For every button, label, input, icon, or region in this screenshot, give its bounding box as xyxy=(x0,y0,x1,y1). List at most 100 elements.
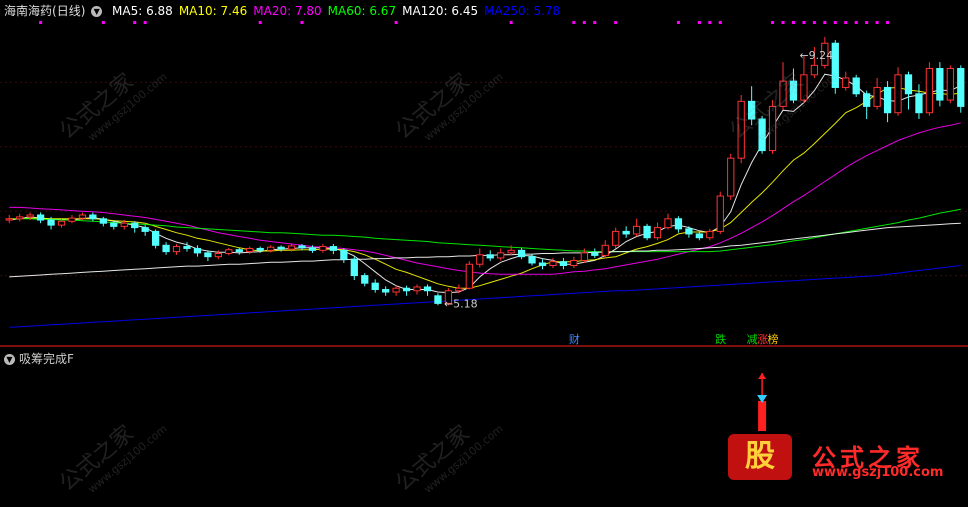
candle-body xyxy=(653,227,662,239)
candle-body xyxy=(507,249,515,254)
candle-body xyxy=(47,219,55,226)
candle-body xyxy=(894,74,902,114)
candle-body xyxy=(151,230,160,246)
candle xyxy=(894,67,902,116)
candle-body xyxy=(246,247,254,253)
candle xyxy=(392,285,400,296)
candle-body xyxy=(538,262,547,266)
signal-dot xyxy=(676,21,680,24)
ma-values: MA5: 6.88 MA10: 7.46 MA20: 7.80 MA60: 6.67 M… xyxy=(112,4,566,18)
candle-body xyxy=(277,246,285,250)
candle-body xyxy=(382,288,390,293)
candle-body xyxy=(580,252,588,261)
candle-body xyxy=(5,218,13,221)
candle-body xyxy=(695,233,703,239)
candle xyxy=(497,248,505,261)
candle-body xyxy=(465,263,473,289)
signal-dot xyxy=(133,21,137,24)
candle-body xyxy=(141,227,149,232)
signal-dot xyxy=(143,21,147,24)
ma-legend-item: MA120: 6.45 xyxy=(402,4,479,18)
candle-body xyxy=(26,214,34,218)
candle-body xyxy=(904,74,913,95)
signal-dot xyxy=(718,21,722,24)
candle xyxy=(538,259,547,270)
candle-body xyxy=(36,214,45,221)
candle-body xyxy=(256,247,264,251)
signal-dot xyxy=(39,21,43,24)
candle xyxy=(591,248,599,258)
candle-body xyxy=(601,244,609,256)
signal-dot xyxy=(802,21,806,24)
signal-dot xyxy=(697,21,701,24)
candle xyxy=(632,218,641,237)
collapse-icon[interactable]: ▼ xyxy=(91,6,103,17)
candle-body xyxy=(319,246,327,251)
candle xyxy=(329,244,338,255)
candle-body xyxy=(68,217,76,222)
candle-body xyxy=(936,68,944,101)
candle-body xyxy=(873,86,881,107)
event-marker: 财 xyxy=(569,332,580,345)
candle xyxy=(99,216,107,227)
signal-dot xyxy=(300,21,304,24)
candle-body xyxy=(78,214,87,219)
signal-dot xyxy=(258,21,262,24)
signal-dot xyxy=(875,21,879,24)
candle xyxy=(852,74,860,97)
ma-legend-item: MA250: 5.78 xyxy=(484,4,561,18)
candle-body xyxy=(915,93,923,114)
candle xyxy=(883,81,892,123)
candle-body xyxy=(16,216,24,220)
candle xyxy=(517,247,526,260)
candle xyxy=(350,256,358,281)
signal-dot xyxy=(771,21,775,24)
candle xyxy=(434,293,442,306)
event-marker: 涨 xyxy=(757,333,768,345)
candle xyxy=(863,90,871,120)
stock-title: 海南海药(日线) xyxy=(4,4,86,18)
signal-dot xyxy=(593,21,597,24)
signal-dot xyxy=(101,21,105,24)
candle xyxy=(706,228,714,241)
signal-dot xyxy=(781,21,785,24)
candle xyxy=(559,257,568,270)
candle xyxy=(695,231,703,241)
candle-body xyxy=(497,252,505,259)
signal-arrow-head xyxy=(758,373,767,379)
candle-body xyxy=(863,93,871,107)
candle xyxy=(842,71,850,91)
candle xyxy=(36,212,45,224)
candle-body xyxy=(486,254,494,259)
candle xyxy=(664,213,672,230)
candle xyxy=(340,248,348,263)
candle-body xyxy=(225,249,233,255)
candle-body xyxy=(706,230,714,239)
event-marker: 减 xyxy=(747,333,758,345)
candle-body xyxy=(193,247,202,254)
candle-body xyxy=(340,249,348,260)
signal-dot xyxy=(572,21,576,24)
ma-legend-item: MA5: 6.88 xyxy=(112,4,173,18)
candle xyxy=(549,257,557,269)
candle xyxy=(957,65,965,113)
signal-dot xyxy=(509,21,513,24)
candle-body xyxy=(434,295,442,304)
candle-body xyxy=(591,252,599,256)
candle-body xyxy=(685,228,693,235)
collapse-icon[interactable]: ▼ xyxy=(4,354,15,365)
candle-body xyxy=(89,214,97,220)
candle xyxy=(5,214,13,224)
event-marker: 榜 xyxy=(768,332,779,345)
candle-body xyxy=(131,222,139,229)
ma-legend-item: MA10: 7.46 xyxy=(178,4,248,18)
candle xyxy=(319,244,327,253)
brand-url: www.gszj100.com xyxy=(812,465,944,480)
candle xyxy=(193,245,202,257)
event-marker: 跌 xyxy=(715,332,726,345)
ma-line-ma250 xyxy=(9,265,961,328)
candle xyxy=(235,247,243,255)
candle-body xyxy=(298,245,306,249)
candle-body xyxy=(957,68,965,107)
candle-body xyxy=(664,218,672,229)
